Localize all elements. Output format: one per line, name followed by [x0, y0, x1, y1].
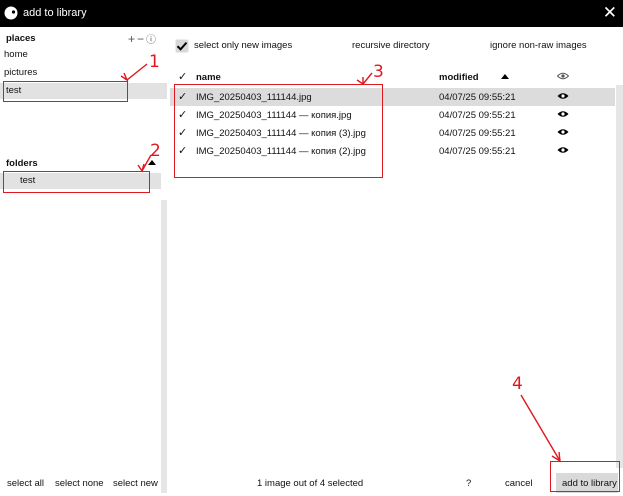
annotation-arrow-1 [126, 63, 148, 81]
annotation-arrow-3 [362, 72, 373, 85]
annotation-arrows [120, 63, 561, 463]
annotation-arrow-4 [520, 394, 561, 462]
annotation-arrowhead-1 [120, 72, 129, 82]
annotation-arrowhead-3 [356, 77, 364, 86]
